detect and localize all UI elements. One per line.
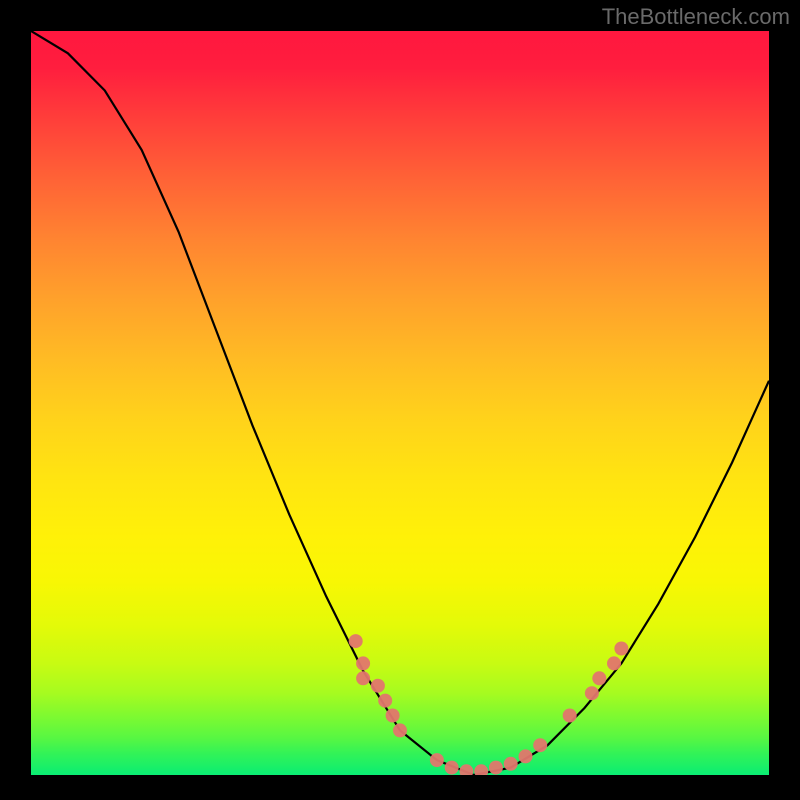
data-point bbox=[430, 753, 444, 767]
data-point bbox=[386, 709, 400, 723]
data-point bbox=[489, 761, 503, 775]
data-point bbox=[349, 634, 363, 648]
chart-plot-area bbox=[31, 31, 769, 775]
attribution-text: TheBottleneck.com bbox=[602, 4, 790, 30]
data-point bbox=[445, 761, 459, 775]
data-point bbox=[592, 671, 606, 685]
data-point bbox=[607, 656, 621, 670]
data-point bbox=[563, 709, 577, 723]
chart-svg bbox=[31, 31, 769, 775]
data-point bbox=[356, 656, 370, 670]
data-point bbox=[378, 694, 392, 708]
data-point bbox=[614, 642, 628, 656]
data-point bbox=[356, 671, 370, 685]
data-point bbox=[533, 738, 547, 752]
data-point bbox=[519, 749, 533, 763]
data-point bbox=[393, 723, 407, 737]
data-point bbox=[474, 764, 488, 775]
chart-curve bbox=[31, 31, 769, 775]
data-point bbox=[459, 764, 473, 775]
data-point bbox=[585, 686, 599, 700]
data-point bbox=[504, 757, 518, 771]
data-point bbox=[371, 679, 385, 693]
